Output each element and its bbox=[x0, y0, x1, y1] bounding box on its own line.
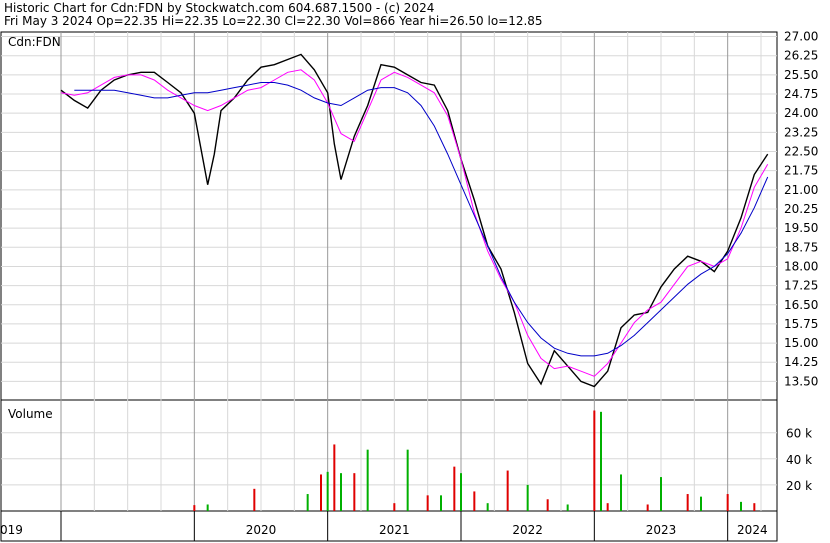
volume-tick-label: 60 k bbox=[786, 427, 812, 441]
volume-bar bbox=[660, 477, 662, 511]
year-label: 2020 bbox=[246, 523, 277, 537]
price-tick-label: 24.00 bbox=[784, 106, 818, 120]
volume-bar bbox=[566, 504, 569, 511]
price-panel-label: Cdn:FDN bbox=[8, 35, 61, 49]
volume-bar bbox=[600, 411, 602, 511]
volume-bar bbox=[320, 474, 322, 511]
volume-bar bbox=[426, 495, 429, 511]
volume-bar bbox=[366, 449, 369, 511]
volume-bar bbox=[333, 444, 336, 511]
price-tick-label: 18.00 bbox=[784, 259, 818, 273]
volume-axis: 60 k 40 k 20 k bbox=[786, 427, 812, 493]
price-tick-label: 21.00 bbox=[784, 183, 818, 197]
volume-bar bbox=[606, 503, 609, 511]
price-tick-label: 20.25 bbox=[784, 202, 818, 216]
volume-bar bbox=[753, 503, 756, 511]
year-label: 2024 bbox=[737, 523, 768, 537]
price-tick-label: 17.25 bbox=[784, 279, 818, 293]
year-label: 2022 bbox=[512, 523, 543, 537]
volume-bar bbox=[526, 484, 529, 511]
historic-chart: 27.00 26.25 25.50 24.75 24.00 23.25 22.50 21.75… bbox=[0, 30, 818, 542]
price-tick-label: 19.50 bbox=[784, 221, 818, 235]
price-tick-label: 21.75 bbox=[784, 164, 818, 178]
volume-bar bbox=[460, 473, 462, 511]
price-axis: 27.00 26.25 25.50 24.75 24.00 23.25 22.50 21.75… bbox=[784, 30, 818, 389]
volume-bar bbox=[740, 501, 742, 511]
volume-panel-label: Volume bbox=[8, 407, 53, 421]
volume-bar bbox=[473, 491, 476, 511]
price-tick-label: 23.25 bbox=[784, 125, 818, 139]
volume-bar bbox=[253, 488, 256, 511]
volume-bar bbox=[546, 499, 549, 511]
price-tick-label: 27.00 bbox=[784, 30, 818, 44]
year-label: 2021 bbox=[379, 523, 410, 537]
price-tick-label: 15.00 bbox=[784, 336, 818, 350]
volume-bar bbox=[340, 473, 342, 511]
volume-bar bbox=[353, 473, 356, 511]
price-tick-label: 15.75 bbox=[784, 317, 818, 331]
volume-bar bbox=[393, 503, 396, 511]
price-tick-label: 24.75 bbox=[784, 87, 818, 101]
price-tick-label: 26.25 bbox=[784, 49, 818, 63]
year-label: 2023 bbox=[646, 523, 677, 537]
volume-bar bbox=[686, 494, 689, 511]
price-tick-label: 25.50 bbox=[784, 68, 818, 82]
year-label: 2019 bbox=[0, 523, 23, 537]
volume-bar bbox=[326, 471, 329, 511]
price-tick-label: 22.50 bbox=[784, 145, 818, 159]
volume-bar bbox=[193, 505, 196, 511]
volume-bar bbox=[593, 410, 596, 511]
volume-bar bbox=[486, 503, 489, 511]
price-tick-label: 14.25 bbox=[784, 355, 818, 369]
price-tick-label: 16.50 bbox=[784, 298, 818, 312]
volume-bar bbox=[440, 495, 442, 511]
volume-bar bbox=[306, 494, 309, 511]
volume-bar bbox=[453, 466, 456, 511]
volume-tick-label: 20 k bbox=[786, 479, 812, 493]
volume-bar bbox=[646, 504, 649, 511]
price-tick-label: 18.75 bbox=[784, 240, 818, 254]
volume-bar bbox=[506, 470, 509, 511]
volume-bar bbox=[700, 496, 702, 511]
volume-bar bbox=[206, 504, 209, 511]
volume-bar bbox=[620, 474, 622, 511]
volume-bar bbox=[726, 494, 729, 511]
volume-bar bbox=[406, 449, 409, 511]
price-tick-label: 13.50 bbox=[784, 374, 818, 388]
volume-tick-label: 40 k bbox=[786, 453, 812, 467]
